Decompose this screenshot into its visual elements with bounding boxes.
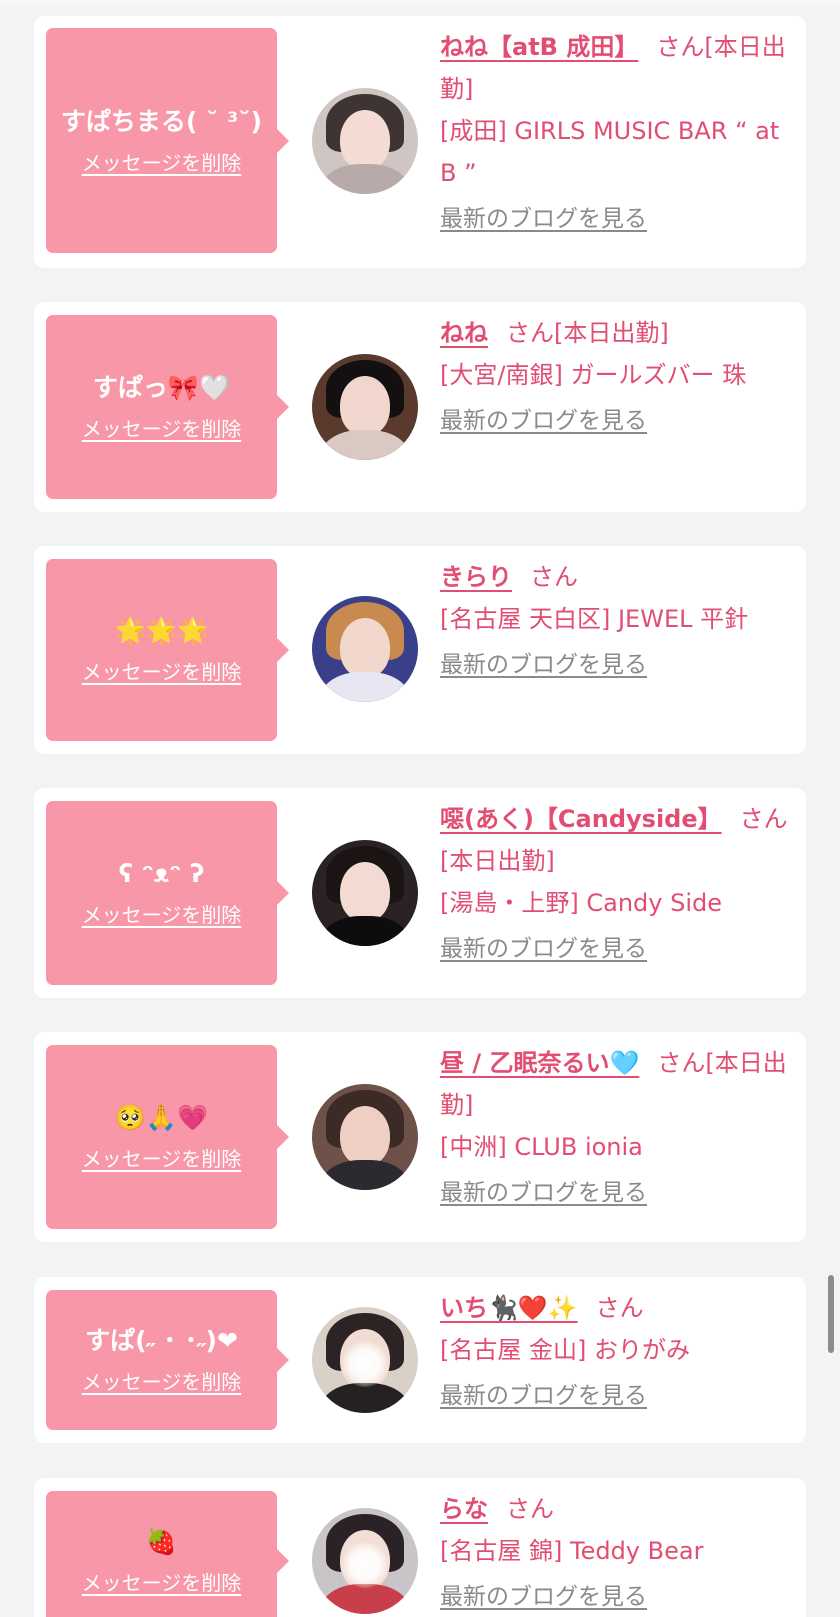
shop-name: [名古屋 錦] Teddy Bear [440,1537,704,1565]
attendance-status: [本日出勤] [554,319,669,347]
message-card: 🥺🙏💗 メッセージを削除 昼 / 乙眠奈るい🩵 さん[本日出勤] [中洲] CLU… [34,1032,806,1242]
avatar[interactable] [312,1307,418,1413]
card-info: らな さん [名古屋 錦] Teddy Bear 最新のブログを見る [440,1488,800,1617]
shop-name: [名古屋 天白区] JEWEL 平針 [440,605,749,633]
latest-blog-link[interactable]: 最新のブログを見る [440,1172,647,1214]
name-line: 昼 / 乙眠奈るい🩵 さん[本日出勤] [440,1042,800,1126]
message-text: すぱ(˶ ･ ･˶)❤ [85,1326,238,1355]
san-label: さん [506,319,554,347]
girl-name-link[interactable]: ねね【atB 成田】 [440,33,638,61]
message-text: すぱっ🎀🤍 [92,373,231,402]
shop-name: [名古屋 金山] おりがみ [440,1336,690,1364]
avatar[interactable] [312,1084,418,1190]
delete-message-link[interactable]: メッセージを削除 [82,150,242,176]
card-info: 噁(あく)【Candyside】 さん [本日出勤] [湯島・上野] Candy S… [440,798,800,970]
message-bubble: すぱ(˶ ･ ･˶)❤ メッセージを削除 [46,1290,289,1430]
san-label: さん [595,1294,644,1322]
latest-blog-link[interactable]: 最新のブログを見る [440,928,647,970]
delete-message-link[interactable]: メッセージを削除 [82,1146,242,1172]
girl-name-link[interactable]: 噁(あく)【Candyside】 [440,805,722,833]
top-edge [0,0,840,14]
avatar[interactable] [312,596,418,702]
message-card: すぱちまる( ˘ ³˘) メッセージを削除 ねね【atB 成田】 さん[本日出勤]… [34,16,806,268]
san-label: さん [739,805,788,833]
message-card: ʕ ᵔᴥᵔ ʔ メッセージを削除 噁(あく)【Candyside】 さん [本日出勤… [34,788,806,998]
delete-message-link[interactable]: メッセージを削除 [82,659,242,685]
message-bubble: 🥺🙏💗 メッセージを削除 [46,1045,289,1229]
attendance-status: [本日出勤] [440,847,555,875]
card-info: ねね さん[本日出勤] [大宮/南銀] ガールズバー 珠 最新のブログを見る [440,312,800,442]
message-text: 🌟🌟🌟 [114,616,209,645]
avatar[interactable] [312,88,418,194]
card-info: 昼 / 乙眠奈るい🩵 さん[本日出勤] [中洲] CLUB ionia 最新のブロ… [440,1042,800,1214]
latest-blog-link[interactable]: 最新のブログを見る [440,1576,647,1617]
message-text: すぱちまる( ˘ ³˘) [60,106,263,136]
delete-message-link[interactable]: メッセージを削除 [82,902,242,928]
latest-blog-link[interactable]: 最新のブログを見る [440,644,647,686]
girl-name-link[interactable]: ねね [440,319,488,347]
delete-message-link[interactable]: メッセージを削除 [82,1570,242,1596]
message-bubble: 🍓 メッセージを削除 [46,1491,289,1617]
name-line: いち🐈‍⬛❤️✨ さん [440,1287,800,1329]
message-text: ʕ ᵔᴥᵔ ʔ [118,859,205,888]
avatar[interactable] [312,1508,418,1614]
name-line: らな さん [440,1488,800,1530]
card-info: ねね【atB 成田】 さん[本日出勤] [成田] GIRLS MUSIC BAR … [440,26,800,240]
girl-name-link[interactable]: 昼 / 乙眠奈るい🩵 [440,1049,639,1077]
latest-blog-link[interactable]: 最新のブログを見る [440,400,647,442]
name-line: ねね さん[本日出勤] [440,312,800,354]
san-label: さん [506,1495,554,1523]
name-line: 噁(あく)【Candyside】 さん [本日出勤] [440,798,800,882]
latest-blog-link[interactable]: 最新のブログを見る [440,198,647,240]
name-line: ねね【atB 成田】 さん[本日出勤] [440,26,800,110]
vertical-scrollbar[interactable] [828,1275,834,1353]
latest-blog-link[interactable]: 最新のブログを見る [440,1375,647,1417]
san-label: さん [530,563,578,591]
message-bubble: すぱっ🎀🤍 メッセージを削除 [46,315,289,499]
girl-name-link[interactable]: いち🐈‍⬛❤️✨ [440,1294,578,1322]
shop-name: [成田] GIRLS MUSIC BAR “ at B ” [440,117,780,187]
message-list-screen: すぱちまる( ˘ ³˘) メッセージを削除 ねね【atB 成田】 さん[本日出勤]… [0,0,840,1617]
message-card: すぱ(˶ ･ ･˶)❤ メッセージを削除 いち🐈‍⬛❤️✨ さん [名古屋 金山]… [34,1277,806,1443]
name-line: きらり さん [440,556,800,598]
girl-name-link[interactable]: らな [440,1495,488,1523]
message-bubble: すぱちまる( ˘ ³˘) メッセージを削除 [46,28,289,253]
san-label: さん [656,33,705,61]
shop-name: [大宮/南銀] ガールズバー 珠 [440,361,747,389]
card-info: いち🐈‍⬛❤️✨ さん [名古屋 金山] おりがみ 最新のブログを見る [440,1287,800,1417]
message-bubble: ʕ ᵔᴥᵔ ʔ メッセージを削除 [46,801,289,985]
message-card: 🌟🌟🌟 メッセージを削除 きらり さん [名古屋 天白区] JEWEL 平針 最新… [34,546,806,754]
delete-message-link[interactable]: メッセージを削除 [82,1369,242,1395]
message-text: 🥺🙏💗 [114,1103,209,1132]
shop-name: [湯島・上野] Candy Side [440,889,722,917]
delete-message-link[interactable]: メッセージを削除 [82,416,242,442]
card-info: きらり さん [名古屋 天白区] JEWEL 平針 最新のブログを見る [440,556,800,686]
girl-name-link[interactable]: きらり [440,563,512,591]
message-text: 🍓 [145,1527,178,1556]
shop-name: [中洲] CLUB ionia [440,1133,643,1161]
san-label: さん [657,1049,706,1077]
message-card: 🍓 メッセージを削除 らな さん [名古屋 錦] Teddy Bear 最新のブロ… [34,1478,806,1617]
message-bubble: 🌟🌟🌟 メッセージを削除 [46,559,289,741]
avatar[interactable] [312,840,418,946]
avatar[interactable] [312,354,418,460]
message-card: すぱっ🎀🤍 メッセージを削除 ねね さん[本日出勤] [大宮/南銀] ガールズバー… [34,302,806,512]
